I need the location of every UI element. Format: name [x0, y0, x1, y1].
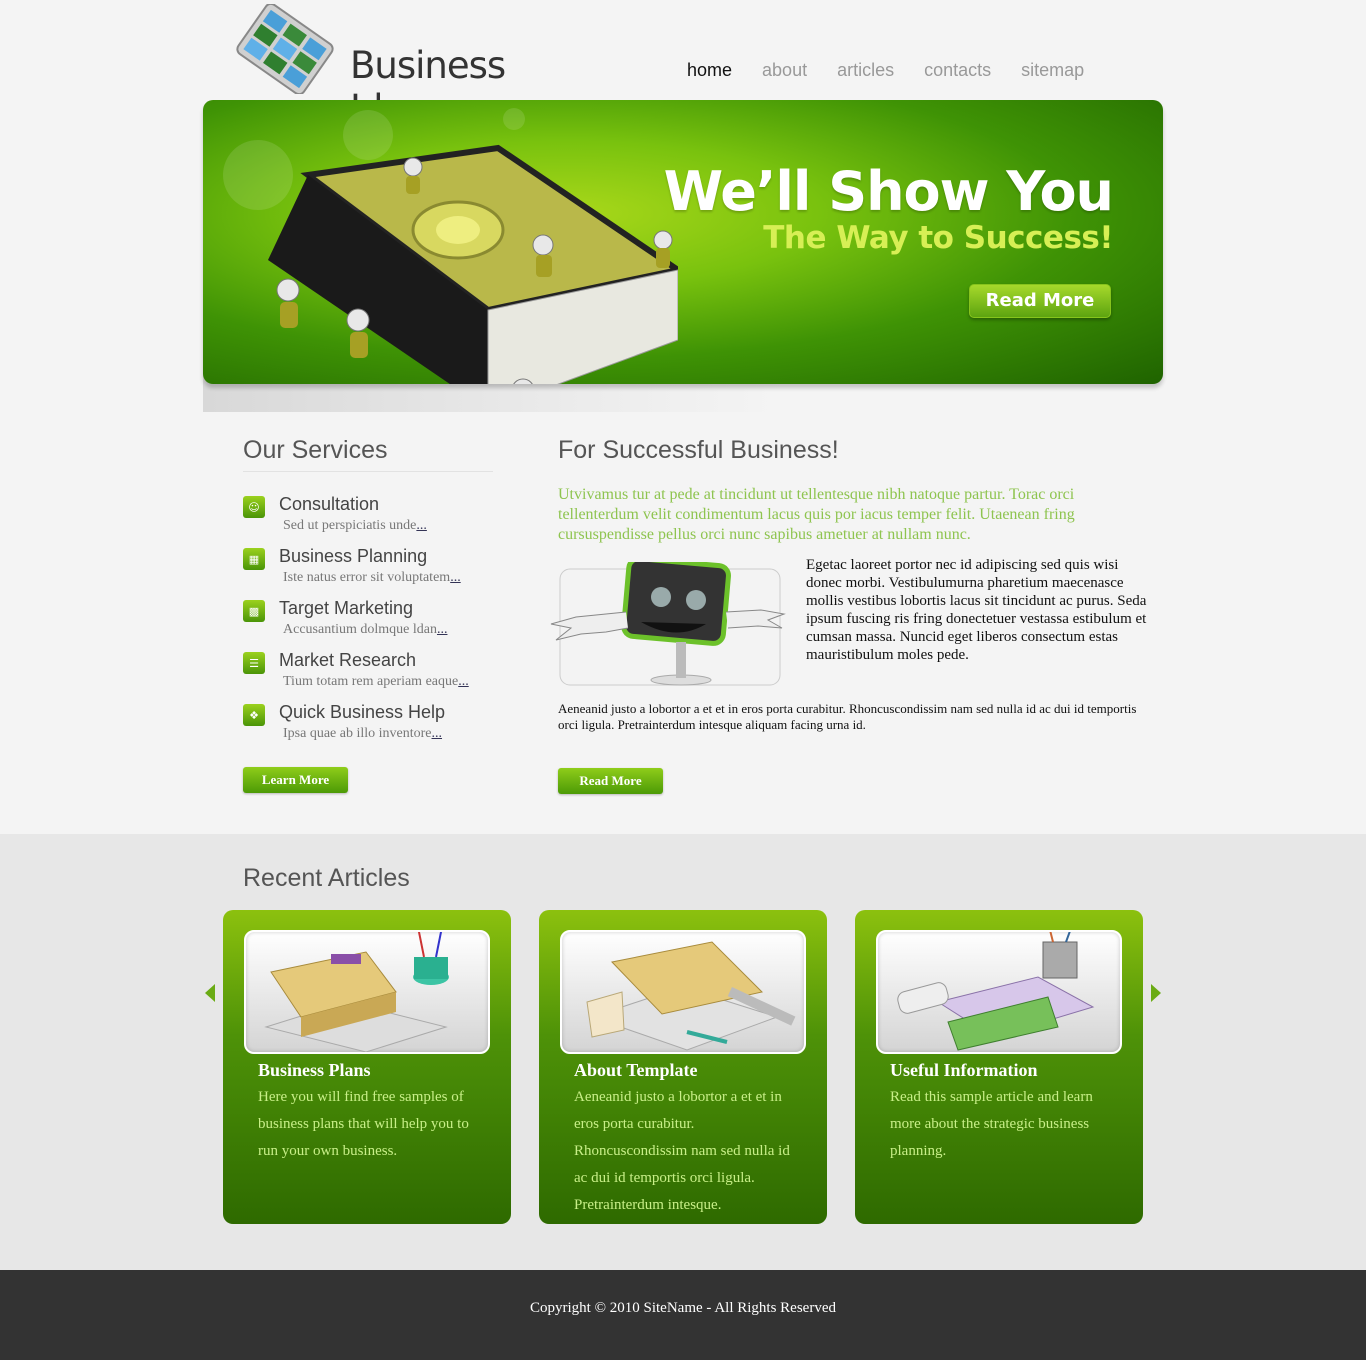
book-illustration	[268, 144, 678, 384]
service-item-market-research: ☰ Market Research Tium totam rem aperiam…	[243, 650, 493, 702]
article-title[interactable]: Useful Information	[890, 1060, 1038, 1081]
monitor-mascot-image	[550, 562, 786, 686]
footer: Copyright © 2010 SiteName - All Rights R…	[0, 1270, 1366, 1360]
copyright-text: Copyright © 2010 SiteName - All Rights R…	[530, 1300, 836, 1316]
services-list: ☺ Consultation Sed ut perspiciatis unde.…	[243, 494, 493, 754]
service-item-quick-business-help: ❖ Quick Business Help Ipsa quae ab illo …	[243, 702, 493, 754]
calendar-icon: ▦	[243, 548, 265, 570]
nav-sitemap[interactable]: sitemap	[1006, 60, 1099, 81]
banner-read-more-button[interactable]: Read More	[969, 284, 1111, 318]
service-title[interactable]: Consultation	[279, 494, 379, 515]
article-card[interactable]: About Template Aeneanid justo a lobortor…	[539, 910, 827, 1224]
services-heading: Our Services	[243, 436, 493, 472]
article-title[interactable]: About Template	[574, 1060, 698, 1081]
service-title[interactable]: Business Planning	[279, 546, 427, 567]
article-image	[560, 930, 806, 1054]
service-title[interactable]: Market Research	[279, 650, 416, 671]
service-title[interactable]: Quick Business Help	[279, 702, 445, 723]
service-item-target-marketing: ▩ Target Marketing Accusantium dolmque l…	[243, 598, 493, 650]
article-image	[876, 930, 1122, 1054]
nav-about[interactable]: about	[747, 60, 822, 81]
articles-heading: Recent Articles	[243, 864, 410, 892]
main-nav: home about articles contacts sitemap	[672, 60, 1099, 81]
service-item-business-planning: ▦ Business Planning Iste natus error sit…	[243, 546, 493, 598]
nav-contacts[interactable]: contacts	[909, 60, 1006, 81]
article-text: Here you will find free samples of busin…	[258, 1089, 469, 1159]
banner-title: We’ll Show You	[663, 160, 1114, 223]
service-title[interactable]: Target Marketing	[279, 598, 413, 619]
logo[interactable]: Business Ideas	[230, 2, 610, 130]
carousel-prev-arrow-icon[interactable]	[205, 984, 215, 1002]
article-text: Aeneanid justo a lobortor a et et in ero…	[574, 1089, 790, 1213]
service-more-link[interactable]: ...	[432, 726, 443, 741]
header: Business Ideas home about articles conta…	[0, 0, 1366, 130]
service-more-link[interactable]: ...	[416, 518, 427, 533]
article-image	[244, 930, 490, 1054]
service-desc: Sed ut perspiciatis unde...	[283, 518, 427, 533]
intro-text: Utvivamus tur at pede at tincidunt ut te…	[558, 486, 1075, 543]
nav-articles[interactable]: articles	[822, 60, 909, 81]
banner-bubble	[503, 108, 525, 130]
learn-more-button[interactable]: Learn More	[243, 767, 348, 793]
article-text: Read this sample article and learn more …	[890, 1089, 1093, 1159]
article-card[interactable]: Business Plans Here you will find free s…	[223, 910, 511, 1224]
services-section: Our Services ☺ Consultation Sed ut persp…	[243, 436, 493, 754]
recent-articles-section: Recent Articles Business Plans Here you …	[0, 834, 1366, 1270]
read-more-button[interactable]: Read More	[558, 768, 663, 794]
small-text: Aeneanid justo a lobortor a et et in ero…	[558, 701, 1137, 732]
article-card[interactable]: Useful Information Read this sample arti…	[855, 910, 1143, 1224]
banner-subtitle: The Way to Success!	[763, 220, 1113, 256]
service-desc: Iste natus error sit voluptatem...	[283, 570, 461, 585]
logo-icon	[230, 2, 340, 96]
nav-home[interactable]: home	[672, 60, 747, 81]
carousel-next-arrow-icon[interactable]	[1151, 984, 1161, 1002]
handshake-icon: ❖	[243, 704, 265, 726]
hero-banner: We’ll Show You The Way to Success! Read …	[203, 100, 1163, 384]
side-text: Egetac laoreet portor nec id adipiscing …	[806, 557, 1147, 663]
service-more-link[interactable]: ...	[437, 622, 448, 637]
service-desc: Tium totam rem aperiam eaque...	[283, 674, 469, 689]
main-content: For Successful Business! Utvivamus tur a…	[550, 436, 1148, 732]
document-icon: ☰	[243, 652, 265, 674]
service-desc: Accusantium dolmque ldan...	[283, 622, 448, 637]
service-item-consultation: ☺ Consultation Sed ut perspiciatis unde.…	[243, 494, 493, 546]
chart-icon: ▩	[243, 600, 265, 622]
service-more-link[interactable]: ...	[458, 674, 469, 689]
service-more-link[interactable]: ...	[450, 570, 461, 585]
service-desc: Ipsa quae ab illo inventore...	[283, 726, 443, 741]
person-icon: ☺	[243, 496, 265, 518]
main-heading: For Successful Business!	[558, 436, 839, 464]
article-title[interactable]: Business Plans	[258, 1060, 371, 1081]
